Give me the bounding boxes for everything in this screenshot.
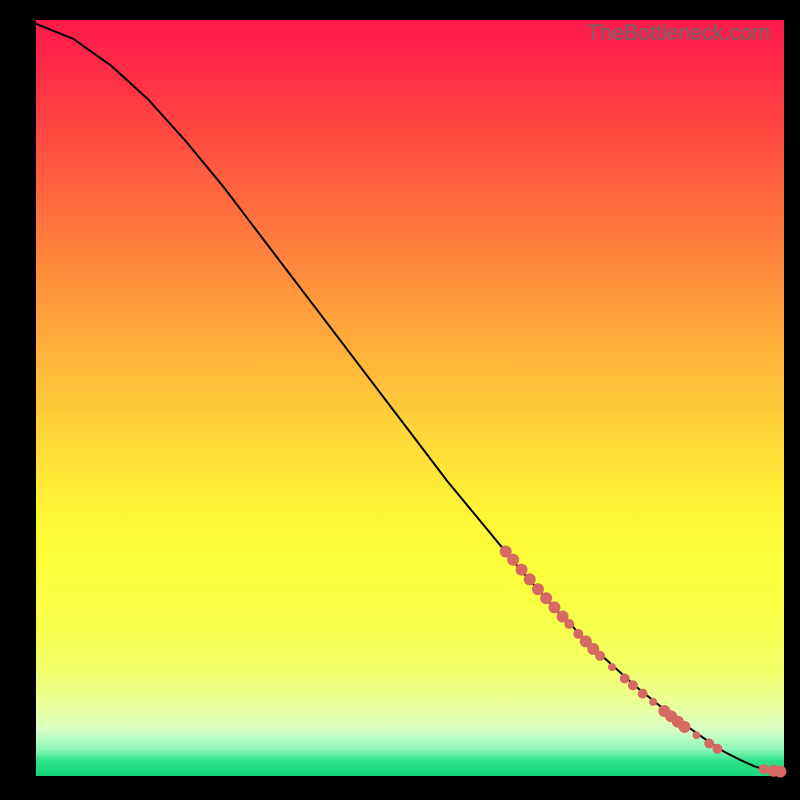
data-point bbox=[532, 583, 544, 595]
bottleneck-curve bbox=[36, 24, 784, 772]
data-point bbox=[608, 663, 616, 671]
data-point bbox=[548, 601, 560, 613]
chart-frame: TheBottleneck.com bbox=[0, 0, 800, 800]
data-point bbox=[693, 731, 701, 739]
scatter-group bbox=[500, 546, 787, 778]
data-point bbox=[774, 766, 786, 778]
data-point bbox=[564, 619, 574, 629]
data-point bbox=[649, 698, 657, 706]
data-point bbox=[524, 573, 536, 585]
data-point bbox=[679, 721, 691, 733]
data-point bbox=[595, 651, 605, 661]
chart-svg bbox=[36, 20, 784, 776]
plot-area: TheBottleneck.com bbox=[36, 20, 784, 776]
data-point bbox=[507, 554, 519, 566]
data-point bbox=[628, 680, 638, 690]
data-point bbox=[638, 689, 648, 699]
data-point bbox=[516, 564, 528, 576]
data-point bbox=[620, 674, 630, 684]
data-point bbox=[759, 764, 769, 774]
data-point bbox=[540, 592, 552, 604]
data-point bbox=[704, 739, 714, 749]
data-point bbox=[712, 744, 722, 754]
